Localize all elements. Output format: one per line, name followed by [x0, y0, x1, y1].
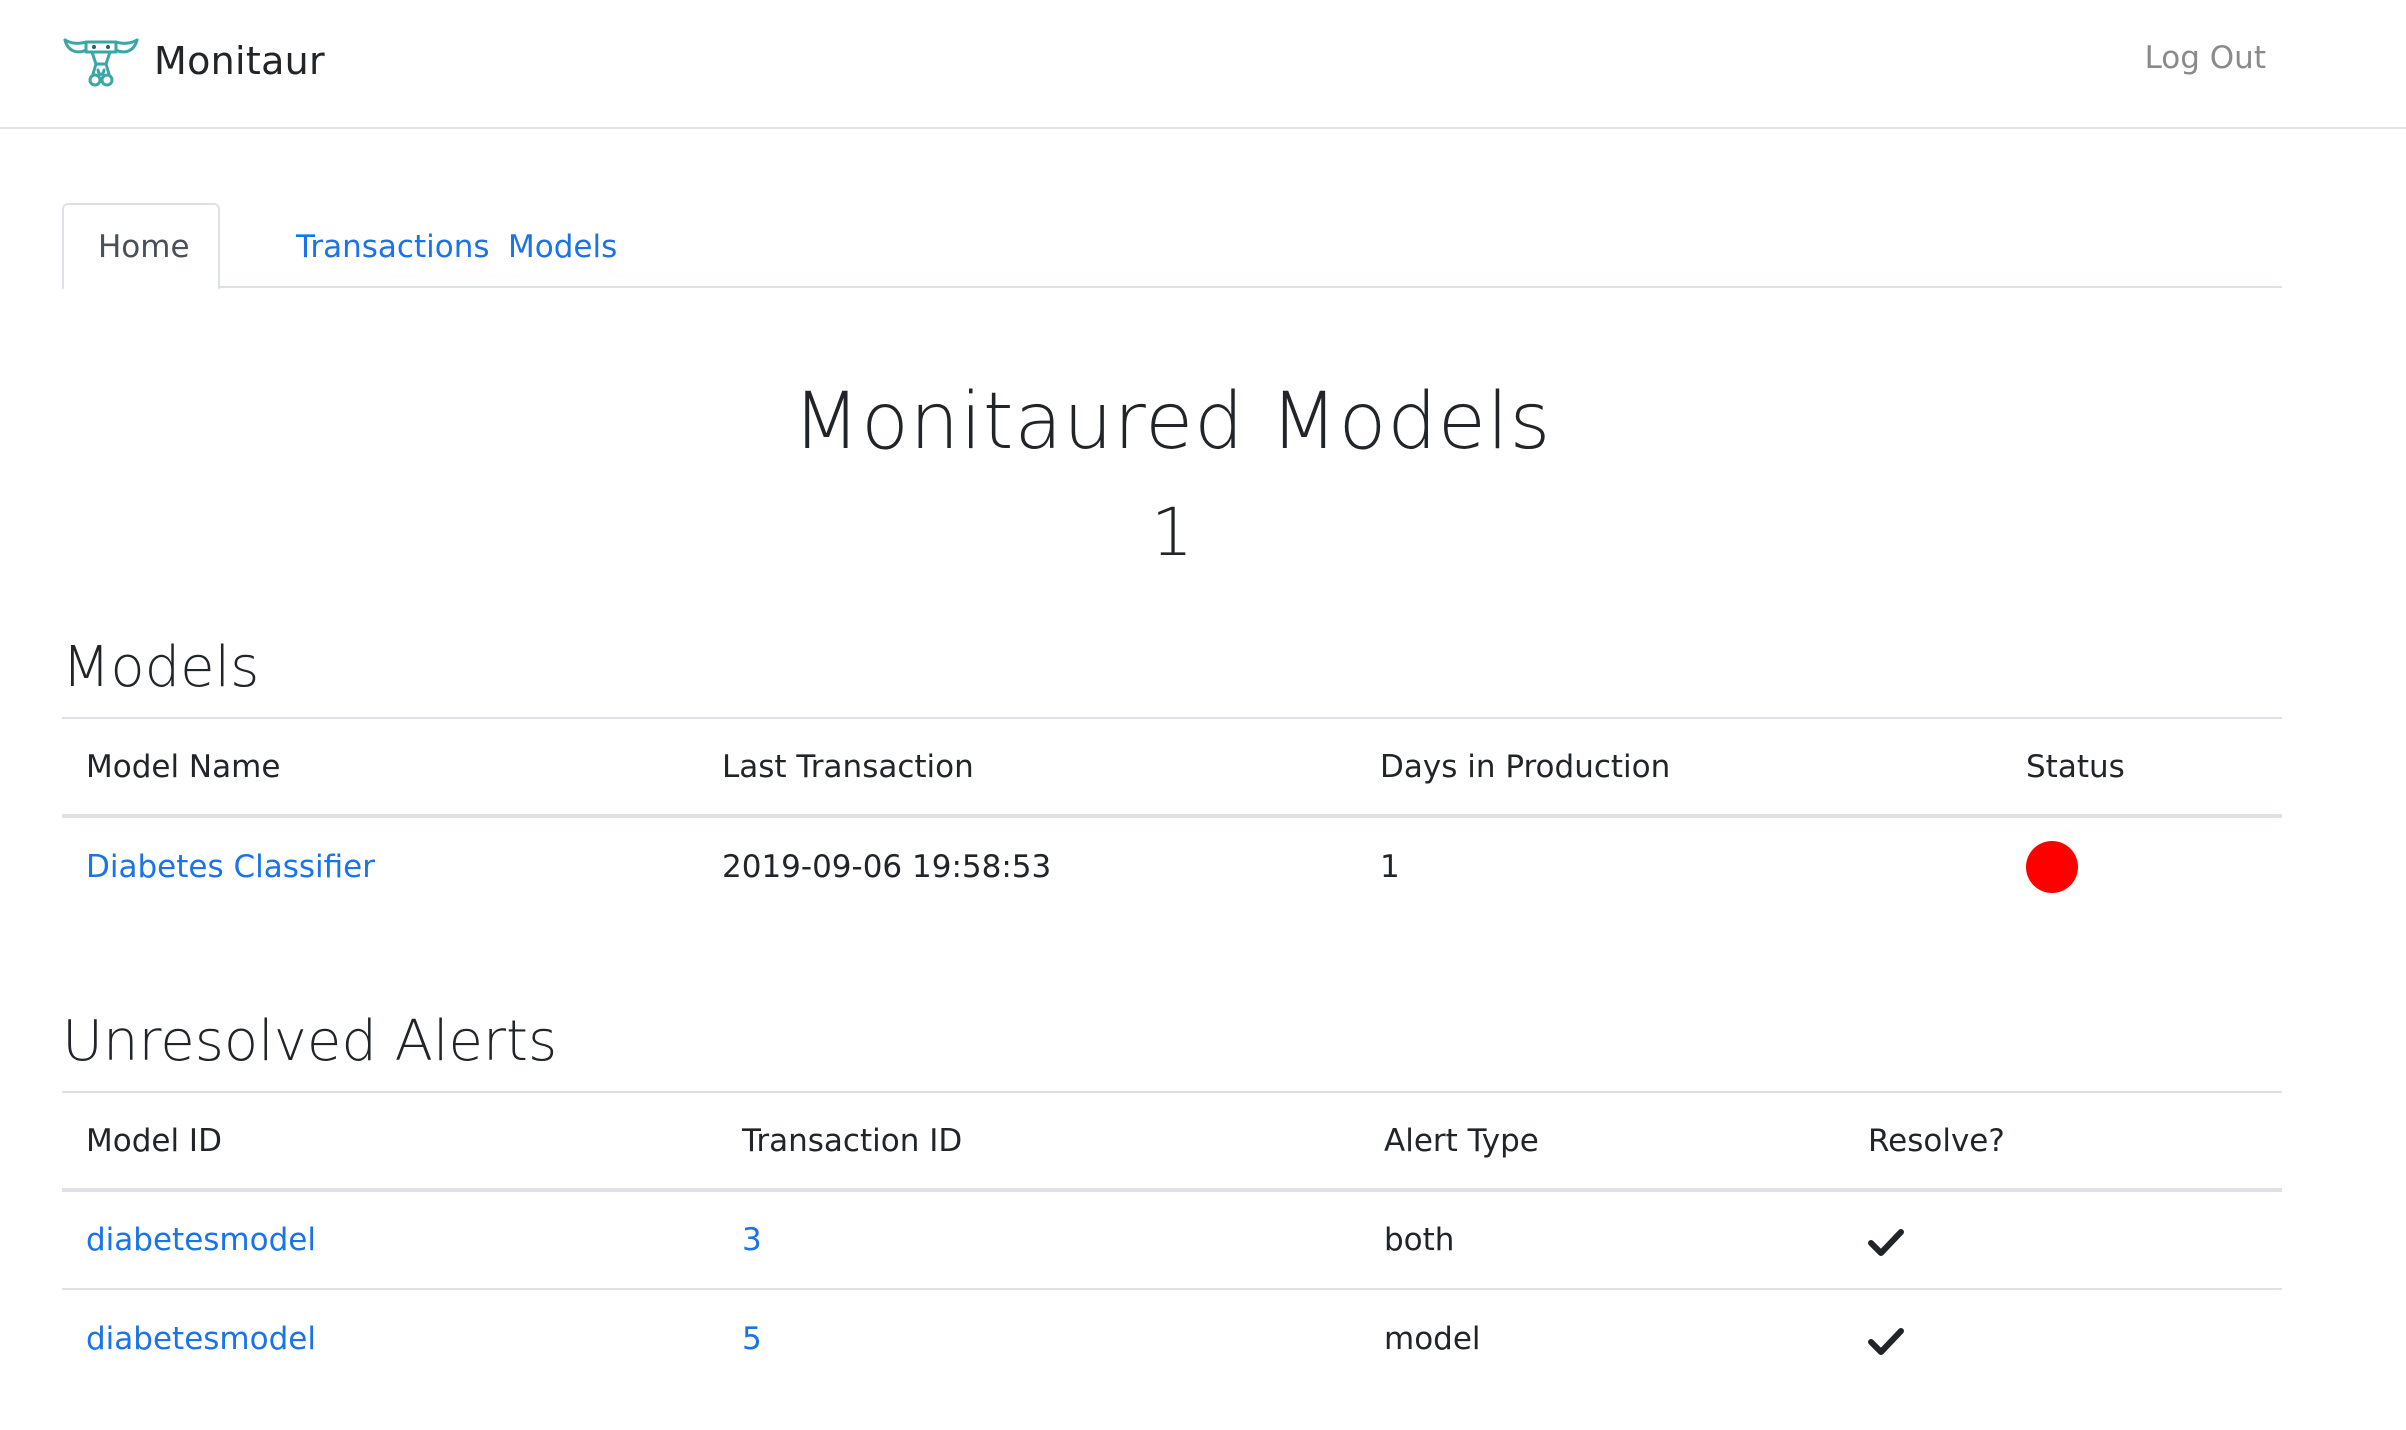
- models-table: Model Name Last Transaction Days in Prod…: [62, 717, 2282, 915]
- tab-models[interactable]: Models: [474, 203, 651, 290]
- page-title: Monitaured Models: [792, 377, 1552, 467]
- model-id-link[interactable]: diabetesmodel: [86, 1222, 316, 1258]
- monitored-model-count: 1: [1151, 494, 1193, 571]
- status-cell: [2002, 816, 2282, 915]
- alerts-heading: Unresolved Alerts: [62, 1009, 558, 1074]
- nav-tabs: Home Transactions Models: [62, 203, 2282, 290]
- model-name-cell: Diabetes Classifier: [62, 816, 698, 915]
- alert-type-cell: both: [1384, 1222, 1455, 1258]
- table-header-row: Model ID Transaction ID Alert Type Resol…: [62, 1091, 2282, 1192]
- column-header-transaction-id: Transaction ID: [718, 1091, 1360, 1192]
- checkmark-icon[interactable]: [1868, 1227, 1904, 1257]
- alerts-table: Model ID Transaction ID Alert Type Resol…: [62, 1091, 2282, 1388]
- transaction-id-link[interactable]: 5: [742, 1321, 762, 1357]
- model-name-link[interactable]: Diabetes Classifier: [86, 849, 375, 885]
- last-transaction-cell: 2019-09-06 19:58:53: [722, 848, 1052, 885]
- column-header-days-in-production: Days in Production: [1356, 717, 2002, 818]
- logout-link[interactable]: Log Out: [2145, 40, 2266, 76]
- column-header-alert-type: Alert Type: [1360, 1091, 1844, 1192]
- checkmark-icon[interactable]: [1868, 1326, 1904, 1356]
- column-header-model-name: Model Name: [62, 717, 698, 818]
- column-header-model-id: Model ID: [62, 1091, 718, 1192]
- status-dot-icon: [2026, 840, 2078, 893]
- days-in-production-cell: 1: [1380, 848, 1400, 885]
- transaction-id-cell: 3: [718, 1190, 1360, 1289]
- model-id-cell: diabetesmodel: [62, 1190, 718, 1289]
- table-row: diabetesmodel 3 both: [62, 1190, 2282, 1289]
- transaction-id-cell: 5: [718, 1288, 1360, 1388]
- tab-home[interactable]: Home: [62, 203, 220, 290]
- resolve-cell: [1844, 1190, 2282, 1289]
- column-header-resolve: Resolve?: [1844, 1091, 2282, 1192]
- column-header-status: Status: [2002, 717, 2282, 818]
- resolve-cell: [1844, 1288, 2282, 1388]
- bull-horns-logo-icon: [63, 38, 139, 87]
- column-header-last-transaction: Last Transaction: [698, 717, 1356, 818]
- model-id-link[interactable]: diabetesmodel: [86, 1321, 316, 1357]
- transaction-id-link[interactable]: 3: [742, 1222, 762, 1258]
- table-row: Diabetes Classifier 2019-09-06 19:58:53 …: [62, 816, 2282, 915]
- alert-type-cell: model: [1360, 1288, 1844, 1388]
- brand-name: Monitaur: [154, 39, 325, 83]
- table-row: diabetesmodel 5 model: [62, 1288, 2282, 1388]
- table-header-row: Model Name Last Transaction Days in Prod…: [62, 717, 2282, 818]
- model-id-cell: diabetesmodel: [62, 1288, 718, 1388]
- top-navbar: Monitaur Log Out: [0, 0, 2406, 129]
- brand-link[interactable]: Monitaur: [62, 30, 325, 92]
- models-heading: Models: [62, 635, 260, 700]
